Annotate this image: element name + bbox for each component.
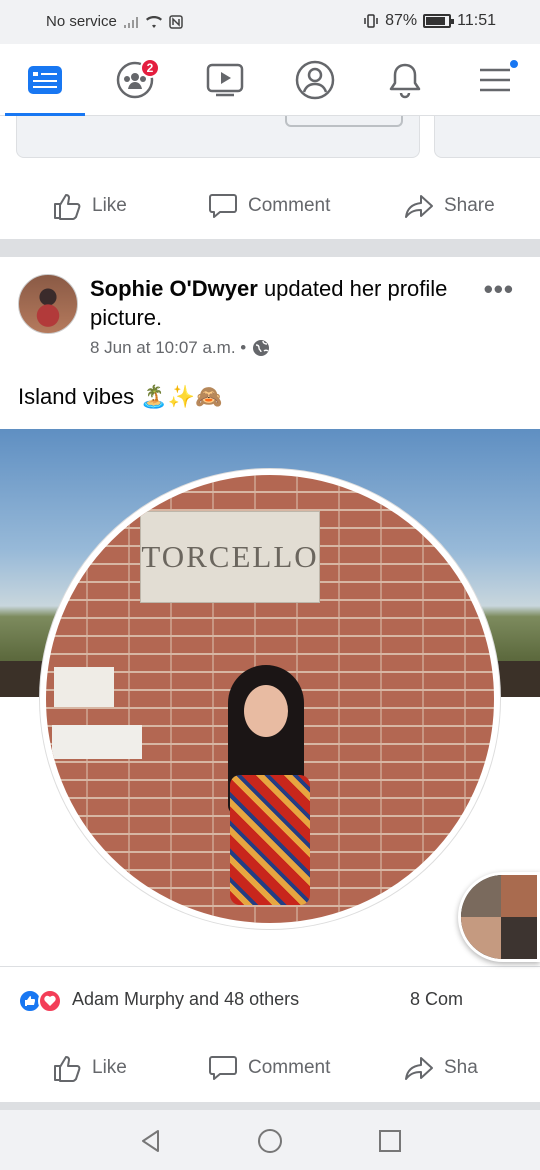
previous-post-button[interactable] <box>285 116 403 127</box>
notifications-icon <box>389 63 421 99</box>
reaction-icons[interactable] <box>18 989 62 1013</box>
status-left: No service <box>46 13 183 30</box>
like-label: Like <box>92 195 127 216</box>
tab-watch[interactable] <box>180 44 270 116</box>
like-icon <box>54 194 81 220</box>
love-reaction-icon <box>38 989 62 1013</box>
tab-profile[interactable] <box>270 44 360 116</box>
signal-icon <box>123 16 138 28</box>
top-nav: 2 <box>0 44 540 116</box>
tab-menu[interactable] <box>450 44 540 116</box>
post-comment-label: Comment <box>248 1057 331 1078</box>
person-dress <box>230 775 310 905</box>
previous-post-card[interactable] <box>16 116 420 158</box>
stone-ledge <box>52 725 142 759</box>
post-like-button[interactable]: Like <box>52 1053 127 1083</box>
post-meta: 8 Jun at 10:07 a.m. • <box>90 338 270 358</box>
person-face <box>244 685 288 737</box>
comment-label: Comment <box>248 195 331 216</box>
post-separator <box>0 239 540 257</box>
watch-icon <box>206 63 244 97</box>
clock: 11:51 <box>457 12 496 29</box>
chat-participant-2 <box>501 875 537 917</box>
author-avatar[interactable] <box>18 274 78 334</box>
wall-plaque <box>54 667 114 707</box>
status-bar: No service 87% 11:51 <box>0 0 540 44</box>
chat-participant-1 <box>461 875 501 917</box>
comments-count[interactable]: 8 Com <box>410 989 463 1010</box>
profile-picture-photo[interactable]: TORCELLO <box>0 429 540 965</box>
comment-icon <box>209 194 237 218</box>
menu-icon <box>480 68 510 92</box>
post-actions: Like Comment Sha <box>0 1038 540 1098</box>
profile-picture-circle: TORCELLO <box>40 469 500 929</box>
back-icon[interactable] <box>138 1128 164 1154</box>
groups-badge: 2 <box>140 58 160 78</box>
home-icon[interactable] <box>257 1128 283 1154</box>
like-icon <box>54 1056 81 1082</box>
news-feed-icon <box>28 66 62 94</box>
previous-post-card-2[interactable] <box>434 116 540 158</box>
news-feed: Like Comment Share Sophie O'Dwyer update… <box>0 116 540 1110</box>
post-like-label: Like <box>92 1057 127 1078</box>
vibrate-icon <box>364 14 378 28</box>
share-button[interactable]: Share <box>404 191 495 221</box>
comment-button[interactable]: Comment <box>208 191 330 221</box>
author-name[interactable]: Sophie O'Dwyer <box>90 276 258 301</box>
post-timestamp[interactable]: 8 Jun at 10:07 a.m. • <box>90 338 246 358</box>
chat-participant-3 <box>461 917 501 959</box>
tab-news-feed[interactable] <box>0 44 90 116</box>
like-button[interactable]: Like <box>52 191 127 221</box>
tab-groups[interactable]: 2 <box>90 44 180 116</box>
menu-notification-dot <box>508 58 520 70</box>
wifi-icon <box>145 15 162 28</box>
share-label: Share <box>444 195 495 216</box>
battery-fill <box>426 17 446 25</box>
messenger-chat-head[interactable] <box>458 872 540 962</box>
person-figure <box>216 665 326 915</box>
tab-notifications[interactable] <box>360 44 450 116</box>
previous-post-actions: Like Comment Share <box>0 176 540 236</box>
system-nav-bar <box>0 1110 540 1170</box>
post-title: Sophie O'Dwyer updated her profile pictu… <box>90 274 490 332</box>
recents-icon[interactable] <box>377 1128 403 1154</box>
reactions-text[interactable]: Adam Murphy and 48 others <box>72 989 299 1010</box>
profile-icon <box>295 60 335 100</box>
bottom-separator <box>0 1102 540 1110</box>
wall-sign: TORCELLO <box>140 511 320 603</box>
post-more-button[interactable]: ••• <box>484 274 514 305</box>
comment-icon <box>209 1056 237 1080</box>
reactions-summary: Adam Murphy and 48 others 8 Com <box>0 966 540 1030</box>
globe-icon <box>253 340 270 356</box>
post-comment-button[interactable]: Comment <box>208 1053 330 1083</box>
post-caption: Island vibes 🏝️✨🙈 <box>18 384 223 409</box>
chat-participant-4 <box>501 917 537 959</box>
battery-percent: 87% <box>385 12 418 29</box>
post-share-label: Sha <box>444 1057 478 1078</box>
status-right: 87% 11:51 <box>363 12 496 30</box>
post-share-button[interactable]: Sha <box>404 1053 478 1083</box>
share-icon <box>405 1057 433 1080</box>
battery-icon <box>423 14 455 28</box>
share-icon <box>405 195 433 218</box>
nfc-icon <box>169 14 183 29</box>
network-status: No service <box>46 13 117 30</box>
